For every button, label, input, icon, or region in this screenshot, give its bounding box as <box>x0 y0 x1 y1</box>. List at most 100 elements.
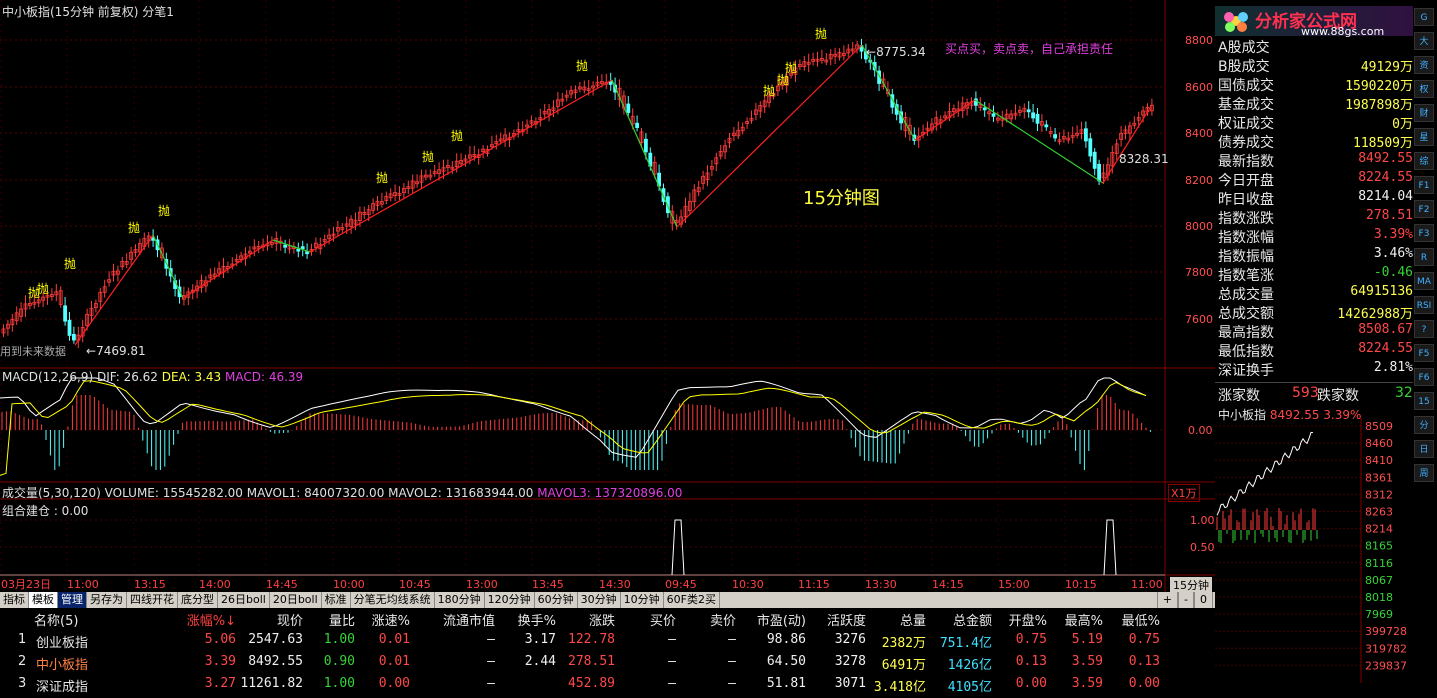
side-shortcut-button[interactable]: ? <box>1414 320 1434 338</box>
indicator-tab[interactable]: 30分钟 <box>578 592 621 608</box>
candle-body <box>1097 163 1101 182</box>
period-tab[interactable]: 15分钟 <box>1170 577 1212 593</box>
mini-axis-label: 8067 <box>1365 574 1393 587</box>
side-shortcut-button[interactable]: G <box>1414 8 1434 26</box>
mini-axis-label: 8460 <box>1365 437 1393 450</box>
indicator-tab[interactable]: 60F类2买 <box>664 592 720 608</box>
time-axis-label: 14:45 <box>266 578 298 591</box>
zoom-button[interactable]: + <box>1156 592 1179 608</box>
zoom-button[interactable]: - <box>1178 592 1194 608</box>
indicator-tab[interactable]: 四线开花 <box>127 592 178 608</box>
candle-body <box>63 305 67 322</box>
price-axis-label: 8600 <box>1185 81 1213 94</box>
mini-axis-label: 319782 <box>1365 642 1407 655</box>
indicator-tab[interactable]: 底分型 <box>178 592 218 608</box>
table-row[interactable]: 2 中小板指 3.39 8492.55 0.90 0.01—2.44 278.51— —64.… <box>0 654 1200 676</box>
indicator-tab[interactable]: 指标 <box>0 592 29 608</box>
indicator-tab[interactable]: 180分钟 <box>435 592 485 608</box>
indicator-tab-bar: 指标 模板 管理 另存为 四线开花 底分型 26日boll 20日boll 标准 分笔无均线系统 1… <box>0 592 1215 608</box>
side-shortcut-button[interactable]: 权 <box>1414 80 1434 98</box>
time-axis-label: 13:00 <box>466 578 498 591</box>
mini-axis-label: 399728 <box>1365 625 1407 638</box>
indicator-tab[interactable]: 20日boll <box>270 592 322 608</box>
combo-header: 组合建仓 : 0.00 <box>2 504 89 518</box>
indicator-tab[interactable]: 分笔无均线系统 <box>351 592 435 608</box>
column-header[interactable]: 活跃度 <box>827 610 866 629</box>
column-header[interactable]: 涨速% <box>372 610 410 629</box>
indicator-tab[interactable]: 10分钟 <box>621 592 664 608</box>
side-shortcut-button[interactable]: 资 <box>1414 56 1434 74</box>
side-shortcut-button[interactable]: F3 <box>1414 224 1434 242</box>
stat-row: 指数振幅 3.46% <box>1218 246 1413 265</box>
kline-chart[interactable]: 抛抛抛抛抛抛抛抛抛抛抛抛抛 88008600840082008000780076… <box>0 0 1215 592</box>
time-axis-label: 11:00 <box>1131 578 1163 591</box>
side-shortcut-button[interactable]: 日 <box>1414 440 1434 458</box>
right-info-panel: 分析家公式网 www.88gs.com A股成交 B股成交 49129万 国债成交 15… <box>1215 0 1437 683</box>
time-axis-label: 13:15 <box>134 578 166 591</box>
side-shortcut-button[interactable]: F5 <box>1414 344 1434 362</box>
column-header[interactable]: 流通市值 <box>443 610 495 629</box>
column-header[interactable]: 名称(5) <box>34 610 78 629</box>
column-header[interactable]: 开盘% <box>1009 610 1047 629</box>
sell-marker: 抛 <box>451 128 463 143</box>
stat-row: 最新指数 8492.55 <box>1218 151 1413 170</box>
indicator-tab[interactable]: 60分钟 <box>535 592 578 608</box>
column-header[interactable]: 量比 <box>329 610 355 629</box>
mini-axis-label: 8018 <box>1365 591 1393 604</box>
side-shortcut-button[interactable]: 大 <box>1414 32 1434 50</box>
high-price-label: ←8775.34 <box>866 45 926 59</box>
mini-axis-label: 7969 <box>1365 608 1393 621</box>
side-shortcut-button[interactable]: R <box>1414 248 1434 266</box>
zoom-button[interactable]: 0 <box>1194 592 1213 608</box>
column-header[interactable]: 卖价 <box>710 610 736 629</box>
indicator-tab[interactable]: 管理 <box>58 592 87 608</box>
stat-row: 总成交量 64915136 <box>1218 284 1413 303</box>
mini-price-line <box>1216 431 1314 516</box>
column-header[interactable]: 买价 <box>650 610 676 629</box>
candle-body <box>296 248 301 252</box>
indicator-tab[interactable]: 另存为 <box>87 592 127 608</box>
column-header[interactable]: 涨幅%↓ <box>187 610 236 629</box>
side-shortcut-button[interactable]: 星 <box>1414 128 1434 146</box>
sell-marker: 抛 <box>422 149 434 164</box>
current-price-label: 8328.31 <box>1119 152 1169 166</box>
side-shortcut-button[interactable]: 15 <box>1414 392 1434 410</box>
column-header[interactable]: 总量 <box>900 610 926 629</box>
side-shortcut-button[interactable]: 分 <box>1414 416 1434 434</box>
candle-body <box>1053 134 1057 139</box>
column-header[interactable]: 换手% <box>518 610 556 629</box>
side-shortcut-button[interactable]: F6 <box>1414 368 1434 386</box>
side-shortcut-button[interactable]: RSI <box>1414 296 1434 314</box>
chart-title: 中小板指(15分钟 前复权) 分笔1 <box>2 5 174 19</box>
slogan-text: 买点买，卖点卖，自己承担责任 <box>945 42 1114 56</box>
sell-marker: 抛 <box>158 203 170 218</box>
indicator-tab[interactable]: 模板 <box>29 592 58 608</box>
column-header[interactable]: 最高% <box>1065 610 1103 629</box>
sell-marker: 抛 <box>376 170 388 185</box>
sell-marker: 抛 <box>37 281 49 296</box>
side-shortcut-button[interactable]: 财 <box>1414 104 1434 122</box>
column-header[interactable]: 现价 <box>277 610 303 629</box>
price-axis-label: 7600 <box>1185 313 1213 326</box>
side-shortcut-button[interactable]: F2 <box>1414 200 1434 218</box>
side-shortcut-button[interactable]: MA <box>1414 272 1434 290</box>
column-header[interactable]: 总金额 <box>953 610 992 629</box>
indicator-tab[interactable]: 26日boll <box>218 592 270 608</box>
side-shortcut-button[interactable]: 周 <box>1414 464 1434 482</box>
indicator-tab[interactable]: 标准 <box>322 592 351 608</box>
column-header[interactable]: 最低% <box>1122 610 1160 629</box>
table-row[interactable]: 3 深证成指 3.27 11261.82 1.00 0.00—452.89— —51.81 3… <box>0 676 1200 698</box>
mini-axis-label: 8509 <box>1365 420 1393 433</box>
stat-row: 总成交额 14262988万 <box>1218 306 1413 322</box>
column-header[interactable]: 市盈(动) <box>757 610 806 629</box>
candle-body <box>1088 138 1093 157</box>
stat-row: 指数涨跌 278.51 <box>1218 208 1413 227</box>
column-header[interactable]: 涨跌 <box>589 610 615 629</box>
side-shortcut-button[interactable]: 综 <box>1414 152 1434 170</box>
sell-marker: 抛 <box>785 60 797 75</box>
indicator-tab[interactable]: 120分钟 <box>485 592 535 608</box>
table-row[interactable]: 1 创业板指 5.06 2547.63 1.00 0.01—3.17 122.78— —98.… <box>0 632 1200 654</box>
side-shortcut-button[interactable]: F1 <box>1414 176 1434 194</box>
candle-body <box>626 103 631 113</box>
mini-intraday-chart[interactable]: 8509 8460 8410 8361 8312 8263 8214 8165 8116 8067… <box>1215 418 1413 683</box>
